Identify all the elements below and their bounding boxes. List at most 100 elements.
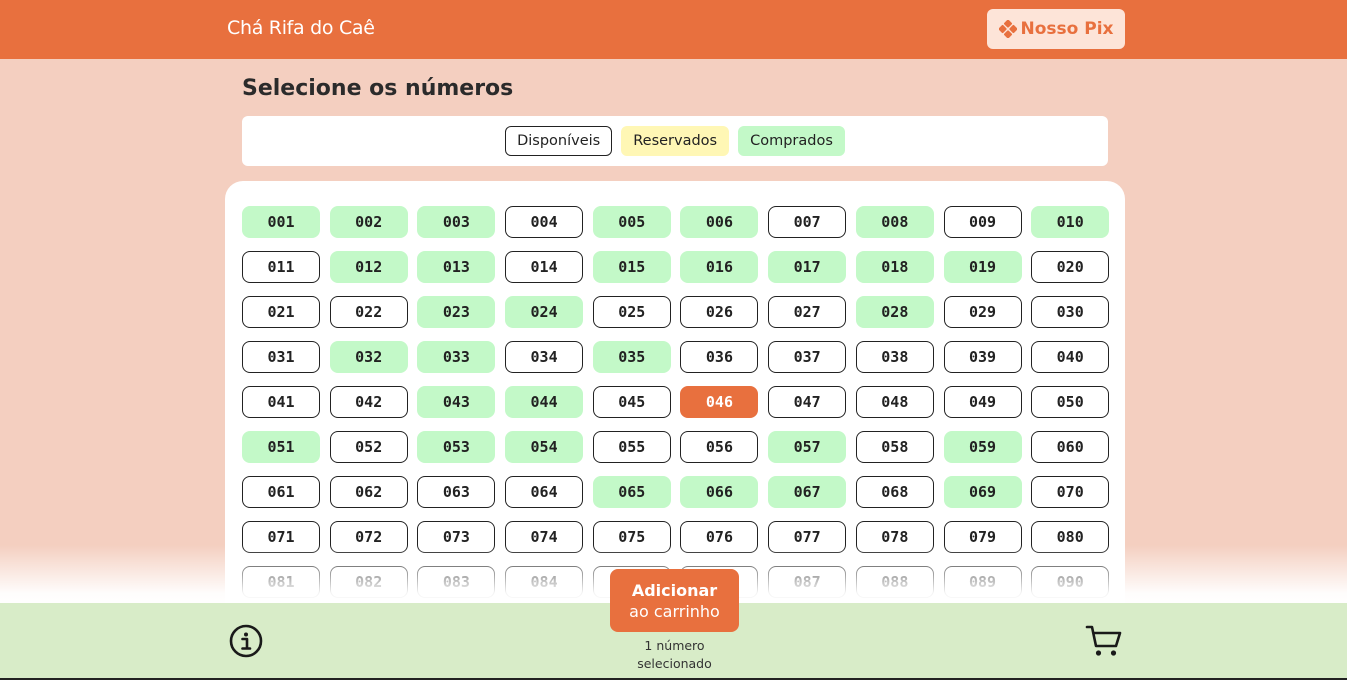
number-button[interactable]: 032 bbox=[329, 341, 408, 373]
number-button[interactable]: 033 bbox=[417, 341, 496, 373]
number-button[interactable]: 037 bbox=[768, 341, 847, 373]
number-button[interactable]: 047 bbox=[768, 386, 847, 418]
number-button[interactable]: 017 bbox=[768, 251, 847, 283]
number-button[interactable]: 043 bbox=[417, 386, 496, 418]
number-button[interactable]: 004 bbox=[505, 206, 584, 238]
number-button[interactable]: 071 bbox=[242, 521, 320, 553]
number-button[interactable]: 087 bbox=[768, 566, 847, 598]
number-button[interactable]: 065 bbox=[592, 476, 671, 508]
number-button[interactable]: 010 bbox=[1031, 206, 1110, 238]
number-button[interactable]: 045 bbox=[592, 386, 671, 418]
top-bar: Chá Rifa do Caê Nosso Pix bbox=[0, 0, 1347, 59]
number-button[interactable]: 050 bbox=[1031, 386, 1110, 418]
number-button[interactable]: 028 bbox=[855, 296, 934, 328]
number-button[interactable]: 012 bbox=[329, 251, 408, 283]
cart-icon[interactable] bbox=[1085, 624, 1123, 658]
number-button[interactable]: 030 bbox=[1031, 296, 1110, 328]
number-button[interactable]: 084 bbox=[505, 566, 584, 598]
selected-count-line-1: 1 número bbox=[644, 638, 705, 653]
numbers-grid: 001 002 003 004 005 006 007 008 009 010 011 012 013 0… bbox=[242, 206, 1110, 598]
number-button[interactable]: 080 bbox=[1031, 521, 1110, 553]
number-button[interactable]: 070 bbox=[1031, 476, 1110, 508]
number-button[interactable]: 035 bbox=[592, 341, 671, 373]
number-button[interactable]: 026 bbox=[680, 296, 759, 328]
number-button[interactable]: 079 bbox=[943, 521, 1022, 553]
number-button[interactable]: 007 bbox=[768, 206, 847, 238]
pix-button-label: Nosso Pix bbox=[1020, 19, 1114, 39]
number-button[interactable]: 072 bbox=[329, 521, 408, 553]
number-button[interactable]: 021 bbox=[242, 296, 320, 328]
number-button[interactable]: 090 bbox=[1031, 566, 1110, 598]
number-button[interactable]: 014 bbox=[505, 251, 584, 283]
number-button[interactable]: 054 bbox=[505, 431, 584, 463]
number-button[interactable]: 024 bbox=[505, 296, 584, 328]
number-button[interactable]: 006 bbox=[680, 206, 759, 238]
number-button[interactable]: 002 bbox=[329, 206, 408, 238]
number-button[interactable]: 038 bbox=[855, 341, 934, 373]
number-button[interactable]: 056 bbox=[680, 431, 759, 463]
number-button[interactable]: 015 bbox=[592, 251, 671, 283]
number-button[interactable]: 088 bbox=[855, 566, 934, 598]
number-button[interactable]: 041 bbox=[242, 386, 320, 418]
number-button[interactable]: 023 bbox=[417, 296, 496, 328]
number-button[interactable]: 044 bbox=[505, 386, 584, 418]
number-button[interactable]: 063 bbox=[417, 476, 496, 508]
number-button[interactable]: 003 bbox=[417, 206, 496, 238]
number-button[interactable]: 061 bbox=[242, 476, 320, 508]
number-button[interactable]: 005 bbox=[592, 206, 671, 238]
numbers-panel: 001 002 003 004 005 006 007 008 009 010 011 012 013 0… bbox=[225, 181, 1125, 621]
number-button[interactable]: 008 bbox=[855, 206, 934, 238]
number-button[interactable]: 027 bbox=[768, 296, 847, 328]
number-button[interactable]: 022 bbox=[329, 296, 408, 328]
page-title: Selecione os números bbox=[242, 76, 514, 101]
number-button[interactable]: 062 bbox=[329, 476, 408, 508]
number-button[interactable]: 016 bbox=[680, 251, 759, 283]
number-button[interactable]: 067 bbox=[768, 476, 847, 508]
number-button[interactable]: 075 bbox=[592, 521, 671, 553]
number-button[interactable]: 077 bbox=[768, 521, 847, 553]
number-button[interactable]: 066 bbox=[680, 476, 759, 508]
number-button[interactable]: 034 bbox=[505, 341, 584, 373]
number-button[interactable]: 040 bbox=[1031, 341, 1110, 373]
number-button[interactable]: 001 bbox=[242, 206, 320, 238]
number-button[interactable]: 048 bbox=[855, 386, 934, 418]
number-button[interactable]: 049 bbox=[943, 386, 1022, 418]
number-button[interactable]: 011 bbox=[242, 251, 320, 283]
number-button[interactable]: 013 bbox=[417, 251, 496, 283]
number-button[interactable]: 020 bbox=[1031, 251, 1110, 283]
number-button[interactable]: 018 bbox=[855, 251, 934, 283]
number-button[interactable]: 052 bbox=[329, 431, 408, 463]
number-button[interactable]: 031 bbox=[242, 341, 320, 373]
info-icon[interactable] bbox=[229, 624, 263, 658]
add-to-cart-label-2: ao carrinho bbox=[629, 601, 720, 621]
number-button[interactable]: 083 bbox=[417, 566, 496, 598]
number-button[interactable]: 057 bbox=[768, 431, 847, 463]
number-button[interactable]: 025 bbox=[592, 296, 671, 328]
site-title[interactable]: Chá Rifa do Caê bbox=[227, 17, 375, 39]
number-button[interactable]: 046 bbox=[680, 386, 759, 418]
number-button[interactable]: 036 bbox=[680, 341, 759, 373]
number-button[interactable]: 029 bbox=[943, 296, 1022, 328]
number-button[interactable]: 059 bbox=[943, 431, 1022, 463]
number-button[interactable]: 060 bbox=[1031, 431, 1110, 463]
number-button[interactable]: 081 bbox=[242, 566, 320, 598]
number-button[interactable]: 064 bbox=[505, 476, 584, 508]
number-button[interactable]: 009 bbox=[943, 206, 1022, 238]
number-button[interactable]: 058 bbox=[855, 431, 934, 463]
number-button[interactable]: 073 bbox=[417, 521, 496, 553]
number-button[interactable]: 019 bbox=[943, 251, 1022, 283]
number-button[interactable]: 069 bbox=[943, 476, 1022, 508]
number-button[interactable]: 042 bbox=[329, 386, 408, 418]
pix-button[interactable]: Nosso Pix bbox=[987, 9, 1125, 49]
number-button[interactable]: 078 bbox=[855, 521, 934, 553]
number-button[interactable]: 076 bbox=[680, 521, 759, 553]
number-button[interactable]: 089 bbox=[943, 566, 1022, 598]
number-button[interactable]: 068 bbox=[855, 476, 934, 508]
add-to-cart-button[interactable]: Adicionar ao carrinho bbox=[610, 569, 739, 632]
number-button[interactable]: 053 bbox=[417, 431, 496, 463]
number-button[interactable]: 039 bbox=[943, 341, 1022, 373]
number-button[interactable]: 055 bbox=[592, 431, 671, 463]
number-button[interactable]: 051 bbox=[242, 431, 320, 463]
number-button[interactable]: 074 bbox=[505, 521, 584, 553]
number-button[interactable]: 082 bbox=[329, 566, 408, 598]
